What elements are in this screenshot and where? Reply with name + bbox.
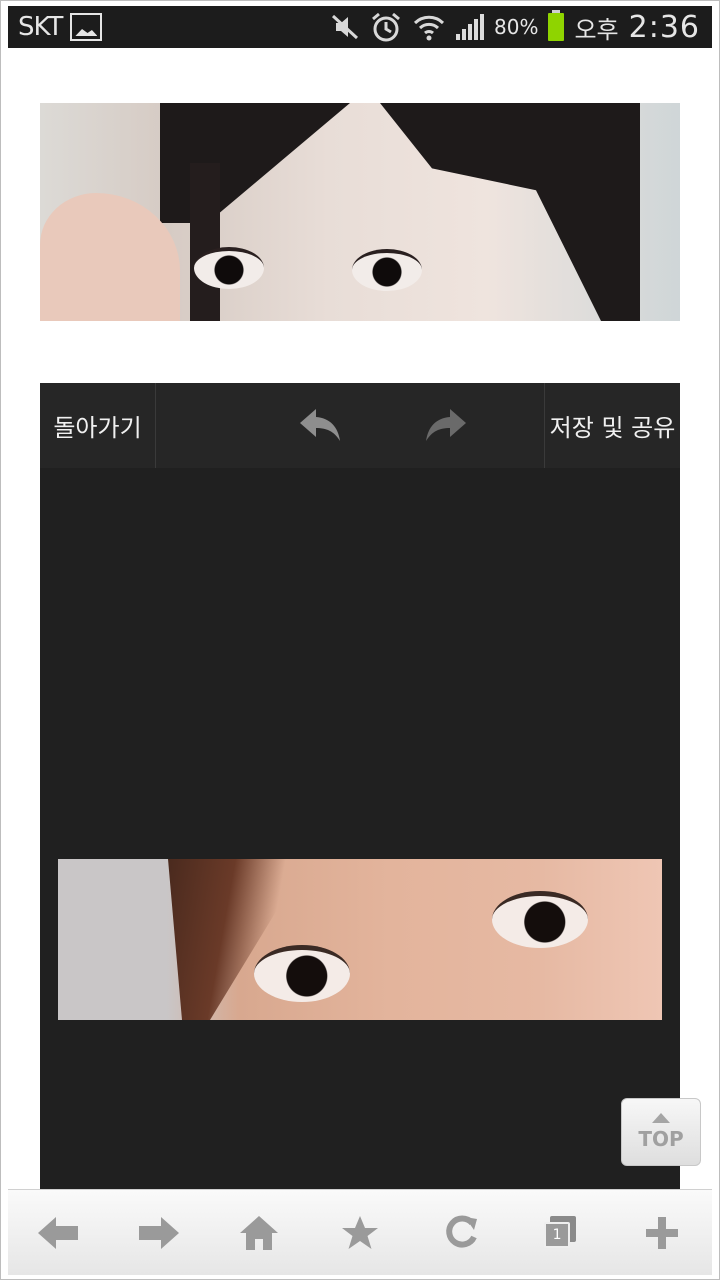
undo-icon xyxy=(300,409,340,441)
signal-icon xyxy=(456,14,484,40)
back-button[interactable]: 돌아가기 xyxy=(40,383,156,468)
new-tab-plus-icon xyxy=(645,1216,678,1249)
up-arrow-icon xyxy=(652,1113,670,1123)
bookmark-button[interactable] xyxy=(330,1203,390,1263)
tabs-button[interactable]: 1 xyxy=(531,1203,591,1263)
wifi-icon xyxy=(413,15,445,41)
scroll-top-label: TOP xyxy=(638,1127,684,1151)
mute-icon xyxy=(331,14,359,40)
browser-toolbar: 1 xyxy=(8,1189,712,1275)
battery-percent: 80% xyxy=(494,15,539,39)
forward-arrow-icon xyxy=(138,1216,179,1249)
ampm-label: 오후 xyxy=(574,15,619,44)
refresh-button[interactable] xyxy=(431,1203,491,1263)
edit-canvas-photo[interactable] xyxy=(58,859,662,1020)
undo-button[interactable] xyxy=(294,401,346,449)
bookmark-star-icon xyxy=(341,1215,378,1249)
refresh-icon xyxy=(445,1215,477,1248)
home-button[interactable] xyxy=(229,1203,289,1263)
back-arrow-icon xyxy=(38,1216,79,1249)
save-share-button[interactable]: 저장 및 공유 xyxy=(544,383,680,468)
tab-count: 1 xyxy=(544,1221,571,1248)
redo-icon xyxy=(426,409,466,441)
new-tab-button[interactable] xyxy=(632,1203,692,1263)
forward-nav-button[interactable] xyxy=(129,1203,189,1263)
tabs-icon: 1 xyxy=(544,1215,578,1250)
battery-icon xyxy=(548,10,565,41)
gallery-icon xyxy=(70,13,103,41)
scroll-top-button[interactable]: TOP xyxy=(621,1098,701,1166)
preview-photo xyxy=(40,103,680,321)
home-icon xyxy=(240,1215,279,1250)
back-nav-button[interactable] xyxy=(28,1203,88,1263)
alarm-icon xyxy=(372,12,400,42)
photo-editor: 돌아가기 저장 및 공유 xyxy=(40,383,680,1189)
clock: 2:36 xyxy=(628,9,700,45)
redo-button[interactable] xyxy=(420,401,472,449)
status-bar: SKT 80% 오후 2:36 xyxy=(8,6,712,48)
carrier-label: SKT xyxy=(18,12,63,42)
editor-toolbar: 돌아가기 저장 및 공유 xyxy=(40,383,680,468)
